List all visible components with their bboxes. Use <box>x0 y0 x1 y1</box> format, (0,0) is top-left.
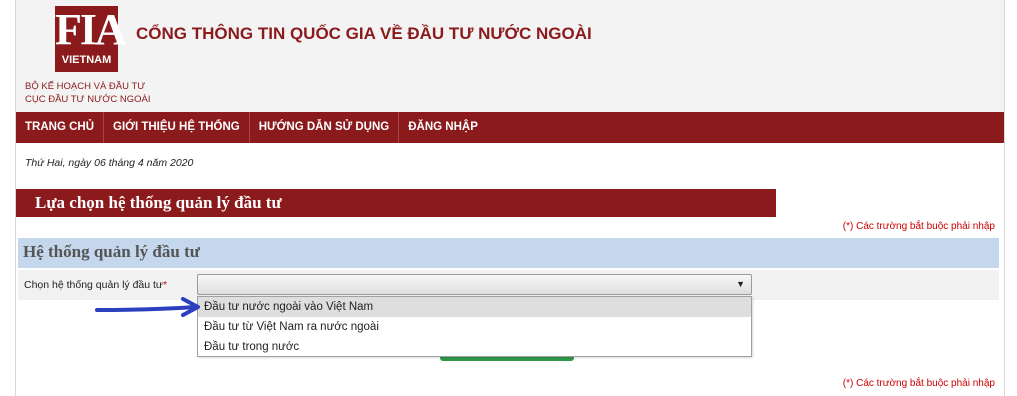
section-title: Lựa chọn hệ thống quản lý đầu tư <box>35 193 282 212</box>
required-note-bottom: (*) Các trường bắt buộc phải nhập <box>842 378 995 389</box>
nav-about-system[interactable]: GIỚI THIỆU HỆ THỐNG <box>104 112 250 143</box>
field-label: Chọn hệ thống quản lý đầu tư* <box>24 279 167 291</box>
option-domestic[interactable]: Đầu tư trong nước <box>198 337 751 357</box>
nav-home[interactable]: TRANG CHỦ <box>16 112 104 143</box>
required-star: * <box>162 279 168 291</box>
logo-text: FIA <box>55 5 127 54</box>
current-date: Thứ Hai, ngày 06 tháng 4 năm 2020 <box>25 157 194 169</box>
option-foreign-into-vietnam[interactable]: Đầu tư nước ngoài vào Việt Nam <box>198 297 751 317</box>
section-header: Lựa chọn hệ thống quản lý đầu tư <box>16 189 776 217</box>
ministry-line: BỘ KẾ HOẠCH VÀ ĐẦU TƯ <box>25 81 146 92</box>
investment-system-select[interactable]: ▼ <box>197 274 752 295</box>
caret-down-icon: ▼ <box>736 279 745 289</box>
required-note-top: (*) Các trường bắt buộc phải nhập <box>842 221 995 232</box>
panel-title: Hệ thống quản lý đầu tư <box>23 242 200 261</box>
option-vietnam-abroad[interactable]: Đầu tư từ Việt Nam ra nước ngoài <box>198 317 751 337</box>
logo-subtext: VIETNAM <box>61 54 112 66</box>
department-line: CỤC ĐẦU TƯ NƯỚC NGOÀI <box>25 94 151 105</box>
nav-user-guide[interactable]: HƯỚNG DẪN SỬ DỤNG <box>250 112 400 143</box>
submit-button[interactable] <box>440 357 574 361</box>
site-header: FIA VIETNAM CỔNG THÔNG TIN QUỐC GIA VỀ Đ… <box>16 0 1004 112</box>
site-title: CỔNG THÔNG TIN QUỐC GIA VỀ ĐẦU TƯ NƯỚC N… <box>136 24 592 43</box>
dropdown-list: Đầu tư nước ngoài vào Việt Nam Đầu tư từ… <box>197 296 752 357</box>
nav-login[interactable]: ĐĂNG NHẬP <box>399 112 487 143</box>
main-nav: TRANG CHỦ GIỚI THIỆU HỆ THỐNG HƯỚNG DẪN … <box>16 112 1004 143</box>
page-container: FIA VIETNAM CỔNG THÔNG TIN QUỐC GIA VỀ Đ… <box>15 0 1005 396</box>
fia-logo[interactable]: FIA VIETNAM <box>55 5 127 72</box>
panel-header: Hệ thống quản lý đầu tư <box>18 238 999 268</box>
ministry-info: BỘ KẾ HOẠCH VÀ ĐẦU TƯ CỤC ĐẦU TƯ NƯỚC NG… <box>25 80 151 106</box>
field-label-text: Chọn hệ thống quản lý đầu tư <box>24 279 163 291</box>
